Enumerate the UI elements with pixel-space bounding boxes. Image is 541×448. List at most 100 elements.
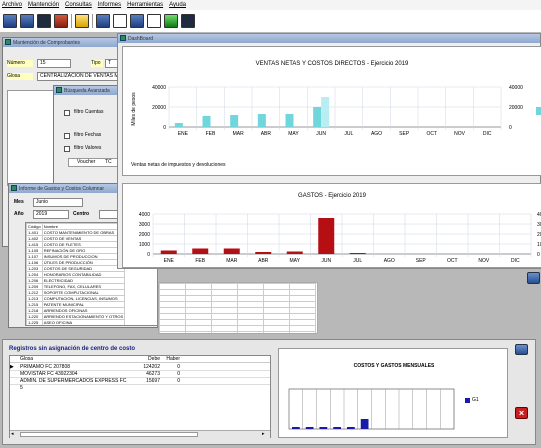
glosa-label: Glosa bbox=[7, 73, 33, 80]
exit-icon[interactable] bbox=[54, 13, 68, 28]
bar bbox=[255, 252, 272, 254]
x-tick-label: AGO bbox=[384, 258, 395, 264]
mensual-chart-panel: COSTOS Y GASTOS MENSUALES G1 bbox=[278, 348, 508, 438]
centro-label: Centro bbox=[73, 211, 90, 217]
menu-herramientas[interactable]: Herramientas bbox=[127, 2, 163, 8]
table-row[interactable]: 1-220 ARRIENDO ESTACIONAMIENTO Y OTROS bbox=[26, 313, 143, 320]
table-cell bbox=[263, 331, 290, 333]
minimize-icon[interactable] bbox=[527, 272, 540, 284]
x-tick-label: ABR bbox=[258, 258, 269, 264]
table-row[interactable]: 1-250SUELDOS Y REMUNERACIONES bbox=[27, 326, 143, 327]
toolbar bbox=[0, 11, 541, 30]
table-row[interactable]: 1-212 SOPORTE COMPUTACIONAL bbox=[26, 289, 143, 296]
centro-field[interactable] bbox=[99, 210, 119, 219]
table-cell bbox=[289, 331, 316, 333]
debe-cell: 124202 bbox=[143, 364, 160, 370]
window-icon bbox=[120, 35, 126, 41]
report-icon[interactable] bbox=[130, 13, 144, 28]
window-icon[interactable] bbox=[164, 13, 178, 28]
x-tick-label: JUN bbox=[321, 258, 331, 264]
table-row bbox=[159, 331, 316, 333]
mes-label: Mes bbox=[14, 199, 24, 205]
table-row[interactable]: 1-209 TELEFONO, FAX, CELULARES bbox=[26, 283, 143, 290]
toolbar-separator bbox=[92, 13, 93, 28]
y-tick-label: 2000 bbox=[139, 232, 150, 238]
document-icon[interactable] bbox=[37, 13, 51, 28]
bar bbox=[313, 107, 322, 127]
right-axis-tick: 10 bbox=[537, 242, 541, 248]
filtro-fechas-checkbox[interactable] bbox=[64, 133, 70, 139]
x-tick-label: SEP bbox=[399, 131, 410, 137]
menu-archivo[interactable]: Archivo bbox=[2, 2, 22, 8]
bar bbox=[192, 248, 209, 254]
scroll-left-icon[interactable]: ◂ bbox=[11, 432, 16, 437]
right-axis-tick: 40 bbox=[537, 212, 541, 218]
scroll-thumb[interactable] bbox=[20, 432, 198, 437]
haber-cell: 0 bbox=[177, 371, 180, 377]
right-axis-tick: 20000 bbox=[509, 105, 523, 111]
bar bbox=[321, 97, 330, 127]
close-icon[interactable]: × bbox=[515, 407, 528, 419]
folder-icon[interactable] bbox=[75, 13, 89, 28]
ano-field[interactable]: 2019 bbox=[33, 210, 69, 219]
legend-swatch bbox=[536, 107, 541, 115]
menu-mantencion[interactable]: Mantención bbox=[28, 2, 59, 8]
informe-grid-overflow: 413.564413.570307.357209.673310.037150.0… bbox=[158, 282, 318, 334]
bar bbox=[349, 253, 366, 254]
x-tick-label: DIC bbox=[511, 258, 520, 264]
table-row[interactable]: 1-204 HONORARIOS CONTABILIDAD bbox=[26, 271, 143, 278]
table-cell: COMPUTACION, LICENCIAS, INSUMOS bbox=[41, 295, 126, 302]
grid-icon[interactable] bbox=[20, 13, 34, 28]
right-axis-tick: 20 bbox=[537, 232, 541, 238]
table-row[interactable]: 1-213 COMPUTACION, LICENCIAS, INSUMOS bbox=[26, 295, 143, 302]
menu-ayuda[interactable]: Ayuda bbox=[169, 2, 186, 8]
right-axis-tick: 30 bbox=[537, 222, 541, 228]
x-tick-label: OCT bbox=[427, 131, 438, 137]
scroll-right-icon[interactable]: ▸ bbox=[262, 432, 267, 437]
horizontal-scrollbar[interactable]: ◂ ▸ bbox=[10, 430, 270, 438]
row-selector-icon bbox=[10, 378, 20, 384]
bar bbox=[257, 114, 266, 127]
registros-title: Registros sin asignación de centro de co… bbox=[9, 346, 136, 352]
col-codigo: Código bbox=[26, 223, 43, 230]
mensual-chart bbox=[288, 388, 455, 430]
comprobantes-title: Mantención de Comprobantes bbox=[13, 39, 80, 46]
x-tick-label: FEB bbox=[195, 258, 205, 264]
gastos-chart-panel: GASTOS - Ejercicio 2019 4000 3000 2000 1000… bbox=[122, 183, 541, 268]
table-row[interactable]: ADMIN. DE SUPERMERCADOS EXPRESS FC 5 1569… bbox=[10, 378, 270, 391]
filtro-cuentas-checkbox[interactable] bbox=[64, 110, 70, 116]
right-axis-tick: 0 bbox=[509, 125, 512, 131]
informe-title: Informe de Gastos y Costos Columnar bbox=[19, 185, 105, 192]
window-restore-icon[interactable] bbox=[515, 344, 528, 355]
filtro-valores-checkbox[interactable] bbox=[64, 146, 70, 152]
report-icon[interactable] bbox=[113, 13, 127, 28]
user-icon[interactable] bbox=[147, 13, 161, 28]
numero-field[interactable]: 15 bbox=[37, 59, 71, 68]
x-tick-label: MAR bbox=[233, 131, 245, 137]
menu-consultas[interactable]: Consultas bbox=[65, 2, 92, 8]
x-tick-label: SEP bbox=[416, 258, 427, 264]
glosa-cell: PRIMAMO FC 207808 bbox=[20, 364, 71, 370]
bar bbox=[360, 419, 369, 429]
table-cell bbox=[159, 331, 186, 333]
menu-bar: Archivo Mantención Consultas Informes He… bbox=[0, 0, 541, 10]
window-icon[interactable] bbox=[181, 13, 195, 28]
list-icon[interactable] bbox=[96, 13, 110, 28]
table-row[interactable]: ▶ PRIMAMO FC 207808 124202 0 bbox=[10, 364, 270, 371]
table-row[interactable]: MOVISTAR FC 43922304 46273 0 bbox=[10, 371, 270, 378]
table-cell bbox=[237, 331, 264, 333]
menu-informes[interactable]: Informes bbox=[98, 2, 121, 8]
grid-icon[interactable] bbox=[3, 13, 17, 28]
bar bbox=[285, 114, 294, 127]
bar bbox=[318, 218, 335, 254]
registros-grid[interactable]: Glosa Debe Haber ▶ PRIMAMO FC 207808 12420… bbox=[9, 355, 271, 438]
x-tick-label: JUN bbox=[316, 131, 326, 137]
mes-select[interactable]: Junio bbox=[33, 198, 83, 207]
haber-cell: 0 bbox=[177, 378, 180, 384]
tipo-label: Tipo bbox=[91, 60, 103, 67]
x-tick-label: MAR bbox=[226, 258, 238, 264]
table-row[interactable]: 1-218 ARRIENDOS OFICINAS bbox=[26, 307, 143, 314]
row-selector-icon bbox=[10, 371, 20, 377]
row-selector-icon: ▶ bbox=[10, 364, 14, 370]
table-cell: 1-250 bbox=[27, 326, 43, 327]
